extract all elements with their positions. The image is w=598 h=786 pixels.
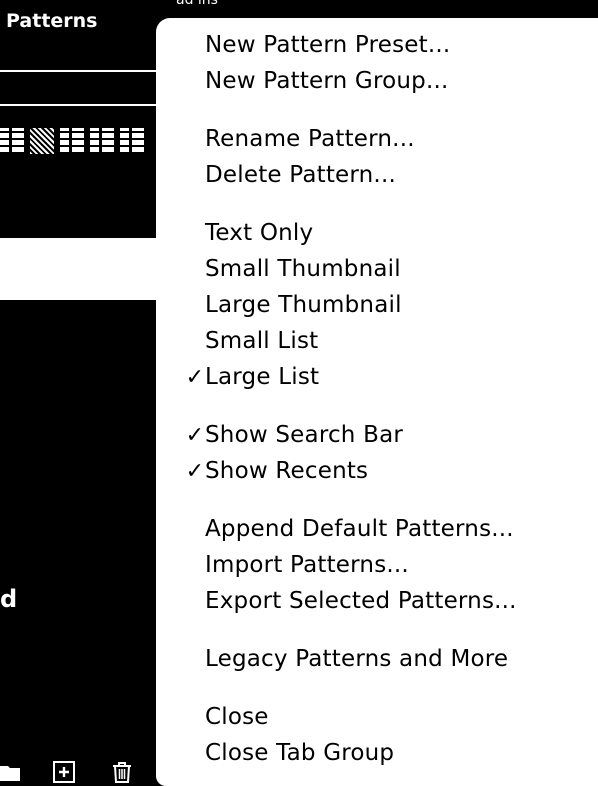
panel-divider (0, 70, 160, 72)
menu-item-legacy-patterns[interactable]: Legacy Patterns and More (156, 642, 598, 676)
menu-item-label: Export Selected Patterns... (205, 588, 517, 614)
menu-item-label: New Pattern Preset... (205, 32, 451, 58)
selected-pattern-row[interactable] (0, 238, 160, 300)
menu-item-label: Show Recents (205, 458, 369, 484)
menu-item-delete-pattern[interactable]: Delete Pattern... (156, 158, 598, 192)
menu-item-label: New Pattern Group... (205, 68, 449, 94)
folder-icon[interactable] (0, 760, 24, 784)
menu-item-label: Legacy Patterns and More (205, 646, 509, 672)
menu-item-label: Close Tab Group (205, 740, 395, 766)
menu-item-rename-pattern[interactable]: Rename Pattern... (156, 122, 598, 156)
panel-divider (0, 104, 160, 106)
menu-item-label: Delete Pattern... (205, 162, 396, 188)
pattern-swatch[interactable] (120, 128, 144, 154)
top-fragment-text: ad ins (176, 0, 218, 8)
add-pattern-icon[interactable] (52, 760, 76, 784)
menu-item-label: Show Search Bar (205, 422, 404, 448)
menu-item-label: Text Only (205, 220, 314, 246)
pattern-swatch[interactable] (30, 128, 54, 154)
menu-item-label: Small Thumbnail (205, 256, 401, 282)
menu-item-label: Small List (205, 328, 319, 354)
menu-item-show-recents[interactable]: ✓ Show Recents (156, 454, 598, 488)
pattern-group-label: d (0, 585, 18, 613)
menu-item-show-search-bar[interactable]: ✓ Show Search Bar (156, 418, 598, 452)
menu-item-small-list[interactable]: Small List (156, 324, 598, 358)
trash-icon[interactable] (110, 760, 134, 784)
menu-item-import-patterns[interactable]: Import Patterns... (156, 548, 598, 582)
menu-item-small-thumbnail[interactable]: Small Thumbnail (156, 252, 598, 286)
panel-title: Patterns (6, 10, 98, 32)
menu-item-label: Large List (205, 364, 320, 390)
menu-item-label: Rename Pattern... (205, 126, 415, 152)
checkmark-icon: ✓ (185, 364, 204, 390)
pattern-swatch[interactable] (0, 128, 24, 154)
menu-item-label: Large Thumbnail (205, 292, 402, 318)
panel-bottom-toolbar (0, 756, 160, 786)
menu-item-close-tab-group[interactable]: Close Tab Group (156, 736, 598, 770)
menu-item-close[interactable]: Close (156, 700, 598, 734)
checkmark-icon: ✓ (185, 458, 204, 484)
menu-item-large-list[interactable]: ✓ Large List (156, 360, 598, 394)
menu-item-new-pattern-preset[interactable]: New Pattern Preset... (156, 28, 598, 62)
pattern-swatch[interactable] (90, 128, 114, 154)
checkmark-icon: ✓ (185, 422, 204, 448)
menu-item-label: Close (205, 704, 269, 730)
menu-item-label: Append Default Patterns... (205, 516, 514, 542)
panel-flyout-menu: New Pattern Preset... New Pattern Group.… (156, 18, 598, 786)
menu-item-export-selected-patterns[interactable]: Export Selected Patterns... (156, 584, 598, 618)
menu-item-append-default-patterns[interactable]: Append Default Patterns... (156, 512, 598, 546)
menu-item-label: Import Patterns... (205, 552, 409, 578)
pattern-swatch-row (0, 128, 160, 156)
menu-item-text-only[interactable]: Text Only (156, 216, 598, 250)
menu-item-large-thumbnail[interactable]: Large Thumbnail (156, 288, 598, 322)
pattern-swatch[interactable] (60, 128, 84, 154)
menu-item-new-pattern-group[interactable]: New Pattern Group... (156, 64, 598, 98)
